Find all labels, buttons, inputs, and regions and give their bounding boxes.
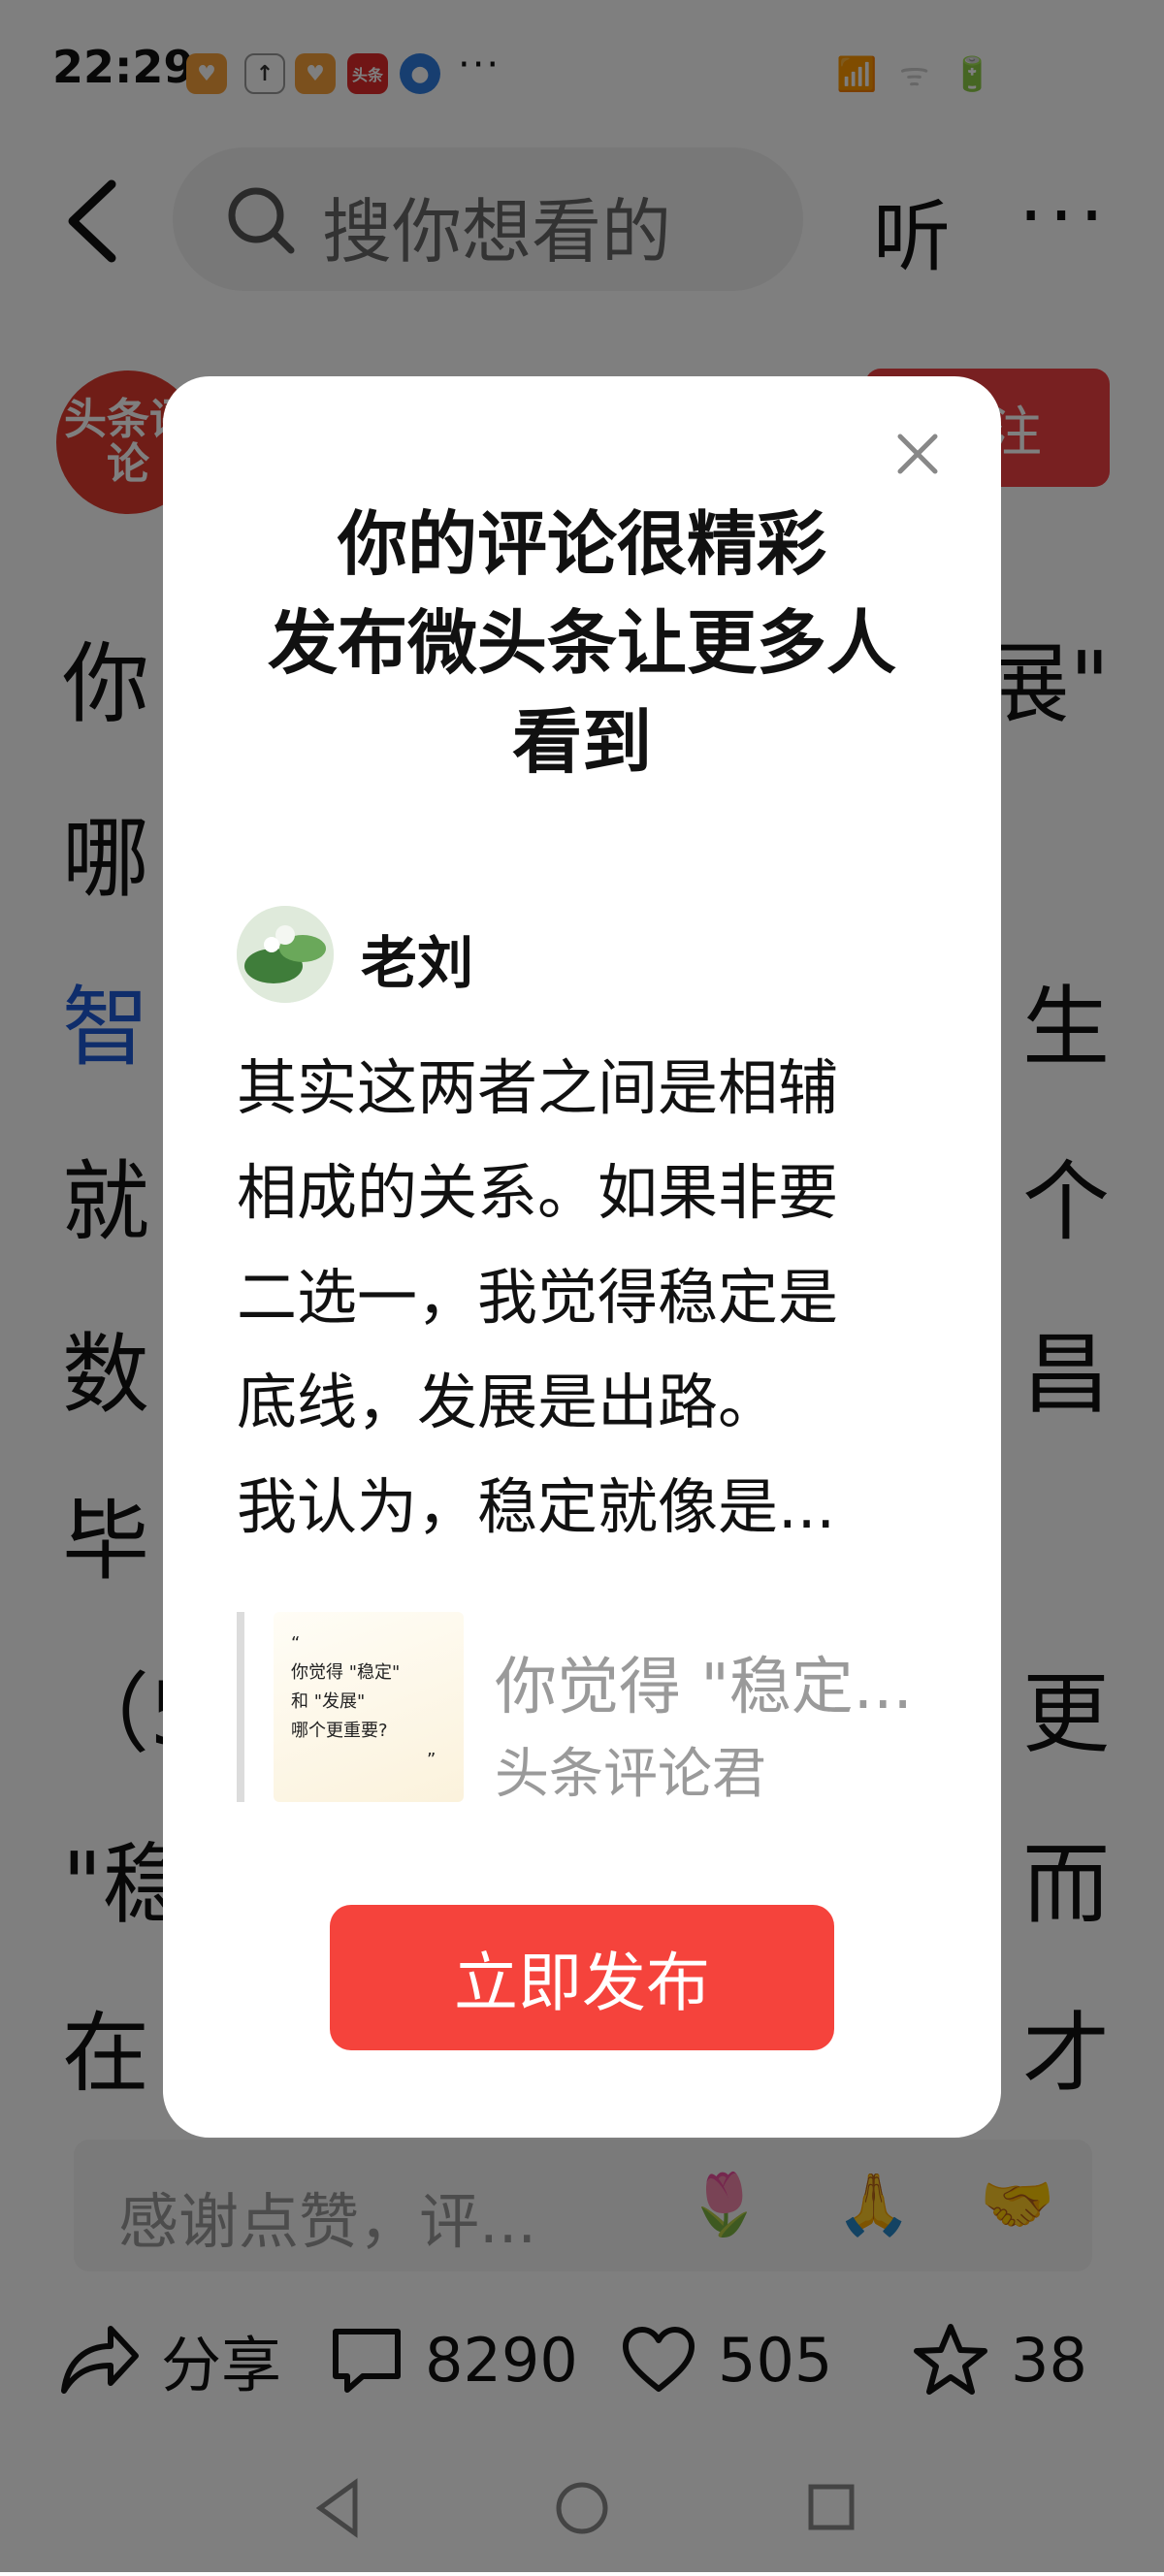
close-button[interactable]: [889, 425, 947, 483]
publish-now-button[interactable]: 立即发布: [330, 1905, 834, 2050]
commenter-avatar: [237, 906, 334, 1003]
comment-text: 其实这两者之间是相辅 相成的关系。如果非要 二选一，我觉得稳定是 底线，发展是出…: [237, 1052, 839, 1542]
commenter-name: 老刘: [361, 930, 474, 996]
quote-divider: [237, 1612, 244, 1802]
close-icon: [897, 434, 938, 474]
quote-title: 你觉得 "稳定...: [495, 1652, 913, 1723]
quote-thumbnail-text: “ 你觉得 "稳定" 和 "发展" 哪个更重要? ”: [291, 1633, 436, 1770]
dialog-title: 你的评论很精彩 发布微头条让更多人 看到: [267, 503, 896, 783]
quote-source: 头条评论君: [495, 1743, 766, 1806]
